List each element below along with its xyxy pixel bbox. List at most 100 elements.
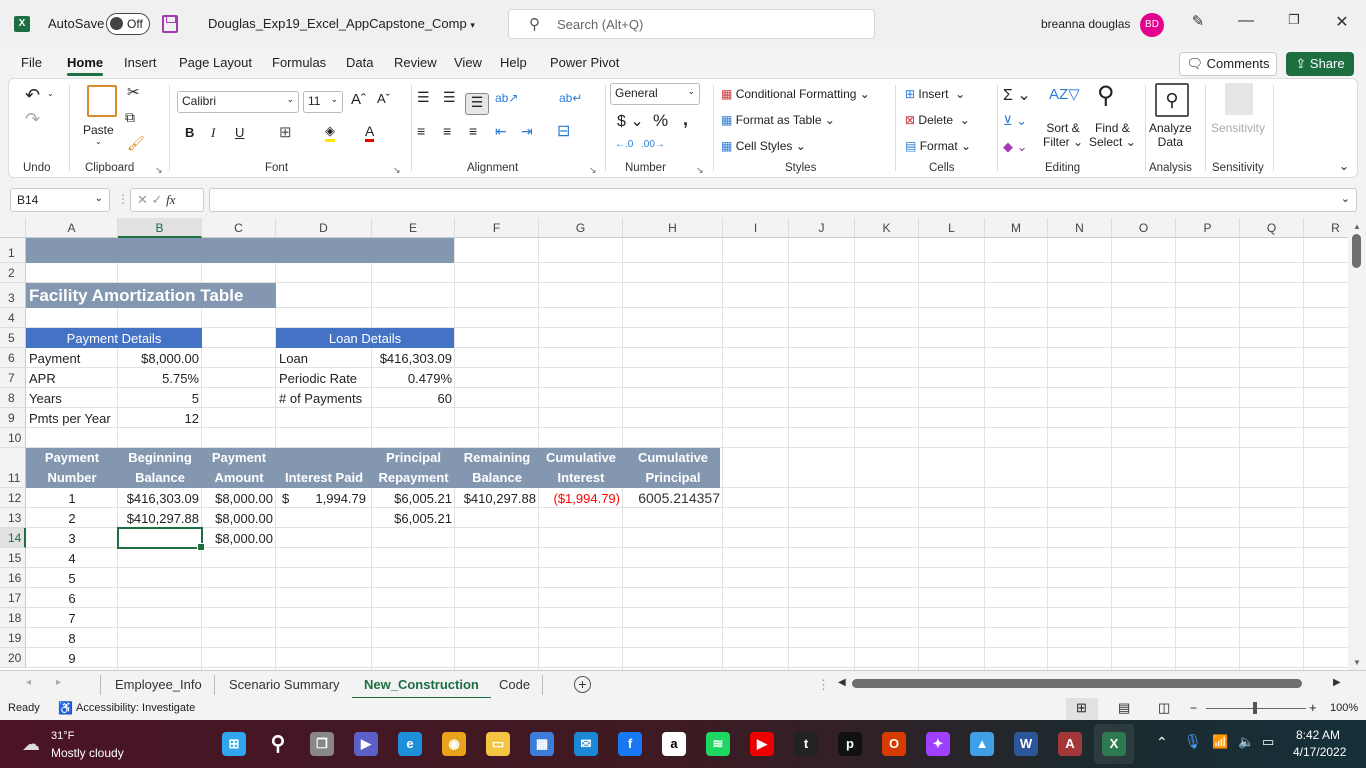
format-as-table-button[interactable]: ▦ Format as Table ⌄ xyxy=(721,113,835,127)
cumulative-interest[interactable] xyxy=(539,528,623,548)
page-layout-view-icon[interactable]: ▤ xyxy=(1118,700,1130,716)
normal-view-button[interactable]: ⊞ xyxy=(1066,698,1098,720)
table-header-cell[interactable]: Remaining Balance xyxy=(455,448,539,488)
row-header-3[interactable]: 3 xyxy=(0,283,26,308)
interest-paid[interactable] xyxy=(276,628,372,648)
sheet-tab-scenario-summary[interactable]: Scenario Summary xyxy=(229,677,340,692)
share-button[interactable]: ⇪ Share xyxy=(1286,52,1354,76)
column-header-n[interactable]: N xyxy=(1048,218,1112,238)
battery-icon[interactable]: ▭ xyxy=(1262,734,1274,750)
clock-date[interactable]: 4/17/2022 xyxy=(1293,745,1346,759)
wrap-text-icon[interactable]: ab↵ xyxy=(559,91,582,105)
comma-style-icon[interactable]: , xyxy=(683,109,688,130)
row-header-7[interactable]: 7 xyxy=(0,368,26,388)
increase-decimal-icon[interactable]: ←.0 xyxy=(615,139,633,150)
tray-overflow-icon[interactable]: ⌃ xyxy=(1156,734,1168,751)
active-cell-b14[interactable] xyxy=(117,527,205,551)
sheet-tab-new-construction[interactable]: New_Construction xyxy=(352,677,491,699)
payment-amount[interactable]: $8,000.00 xyxy=(202,508,276,528)
remaining-balance[interactable] xyxy=(455,528,539,548)
zoom-out-button[interactable]: − xyxy=(1190,701,1197,715)
accessibility-status[interactable]: Accessibility: Investigate xyxy=(76,702,195,714)
row-header-1[interactable]: 1 xyxy=(0,238,26,263)
column-header-h[interactable]: H xyxy=(623,218,723,238)
spotify-taskbar-icon[interactable]: ≋ xyxy=(706,732,730,756)
number-format-dropdown[interactable]: General ⌄ xyxy=(610,83,700,105)
payment-amount[interactable] xyxy=(202,628,276,648)
row-header-11[interactable]: 11 xyxy=(0,448,26,488)
merge-center-icon[interactable]: ⊟ xyxy=(557,121,570,141)
beginning-balance[interactable] xyxy=(118,588,202,608)
row-header-8[interactable]: 8 xyxy=(0,388,26,408)
interest-paid[interactable] xyxy=(276,548,372,568)
enter-icon[interactable]: ✓ xyxy=(152,192,163,207)
payment-number[interactable]: 4 xyxy=(26,548,118,568)
remaining-balance[interactable] xyxy=(455,548,539,568)
analyze-data-icon[interactable]: ⚲ xyxy=(1155,83,1189,117)
beginning-balance[interactable] xyxy=(118,548,202,568)
interest-paid[interactable]: $1,994.79 xyxy=(276,488,372,508)
formula-bar-grip[interactable]: ⋮ xyxy=(117,192,129,206)
table-header-cell[interactable]: Cumulative Interest xyxy=(539,448,623,488)
row-header-14[interactable]: 14 xyxy=(0,528,26,548)
payment-amount[interactable] xyxy=(202,568,276,588)
cumulative-interest[interactable] xyxy=(539,508,623,528)
cumulative-principal[interactable] xyxy=(623,508,723,528)
row-header-9[interactable]: 9 xyxy=(0,408,26,428)
tab-page-layout[interactable]: Page Layout xyxy=(179,55,252,70)
insert-function-button[interactable]: fx xyxy=(166,192,175,207)
start-taskbar-icon[interactable]: ⊞ xyxy=(222,732,246,756)
store-taskbar-icon[interactable]: ▦ xyxy=(530,732,554,756)
photos-taskbar-icon[interactable]: ▲ xyxy=(970,732,994,756)
payment-amount[interactable]: $8,000.00 xyxy=(202,528,276,548)
beginning-balance[interactable] xyxy=(118,568,202,588)
payment-amount[interactable] xyxy=(202,608,276,628)
row-header-15[interactable]: 15 xyxy=(0,548,26,568)
formula-input[interactable]: ⌄ xyxy=(209,188,1357,212)
sheet-title[interactable]: Facility Amortization Table xyxy=(26,283,246,308)
cumulative-interest[interactable] xyxy=(539,628,623,648)
beginning-balance[interactable]: $410,297.88 xyxy=(118,508,202,528)
weather-temp[interactable]: 31°F xyxy=(51,730,74,742)
principal-repayment[interactable] xyxy=(372,628,455,648)
sort-filter-icon[interactable]: AZ▽ xyxy=(1049,85,1080,103)
tab-review[interactable]: Review xyxy=(394,55,437,70)
payment-number[interactable]: 9 xyxy=(26,648,118,668)
row-header-18[interactable]: 18 xyxy=(0,608,26,628)
remaining-balance[interactable] xyxy=(455,508,539,528)
table-header-cell[interactable]: Interest Paid xyxy=(276,448,372,488)
weather-desc[interactable]: Mostly cloudy xyxy=(51,746,124,760)
payment-amount[interactable] xyxy=(202,548,276,568)
column-header-o[interactable]: O xyxy=(1112,218,1176,238)
row-header-12[interactable]: 12 xyxy=(0,488,26,508)
restore-button[interactable]: ❐ xyxy=(1282,12,1306,28)
comments-button[interactable]: 🗨 Comments xyxy=(1179,52,1277,76)
table-header-cell[interactable]: Payment Amount xyxy=(202,448,276,488)
remaining-balance[interactable]: $410,297.88 xyxy=(455,488,539,508)
tab-home[interactable]: Home xyxy=(67,55,104,76)
document-title[interactable]: Douglas_Exp19_Excel_AppCapstone_Comp ▾ xyxy=(208,16,475,31)
beginning-balance[interactable] xyxy=(118,628,202,648)
cut-icon[interactable]: ✂ xyxy=(127,83,140,101)
cumulative-interest[interactable] xyxy=(539,548,623,568)
clear-icon[interactable]: ◆ ⌄ xyxy=(1003,139,1028,155)
cell-styles-button[interactable]: ▦ Cell Styles ⌄ xyxy=(721,139,806,153)
cumulative-principal[interactable] xyxy=(623,528,723,548)
payment-number[interactable]: 7 xyxy=(26,608,118,628)
interest-paid[interactable] xyxy=(276,608,372,628)
zoom-slider-thumb[interactable] xyxy=(1253,702,1257,714)
decrease-decimal-icon[interactable]: .00→ xyxy=(641,139,665,150)
loan-detail-value[interactable]: 0.479% xyxy=(372,368,455,388)
payment-amount[interactable] xyxy=(202,588,276,608)
clock-time[interactable]: 8:42 AM xyxy=(1296,728,1340,742)
payment-details-header[interactable]: Payment Details xyxy=(26,328,202,348)
payment-detail-label[interactable]: APR xyxy=(26,368,118,388)
loan-detail-label[interactable]: Periodic Rate xyxy=(276,368,372,388)
bold-button[interactable]: B xyxy=(185,125,194,140)
cumulative-interest[interactable] xyxy=(539,648,623,668)
minimize-button[interactable]: — xyxy=(1234,12,1258,30)
payment-detail-label[interactable]: Pmts per Year xyxy=(26,408,118,428)
decrease-indent-icon[interactable]: ⇤ xyxy=(495,123,507,140)
payment-detail-value[interactable]: $8,000.00 xyxy=(118,348,202,368)
interest-paid[interactable] xyxy=(276,648,372,668)
